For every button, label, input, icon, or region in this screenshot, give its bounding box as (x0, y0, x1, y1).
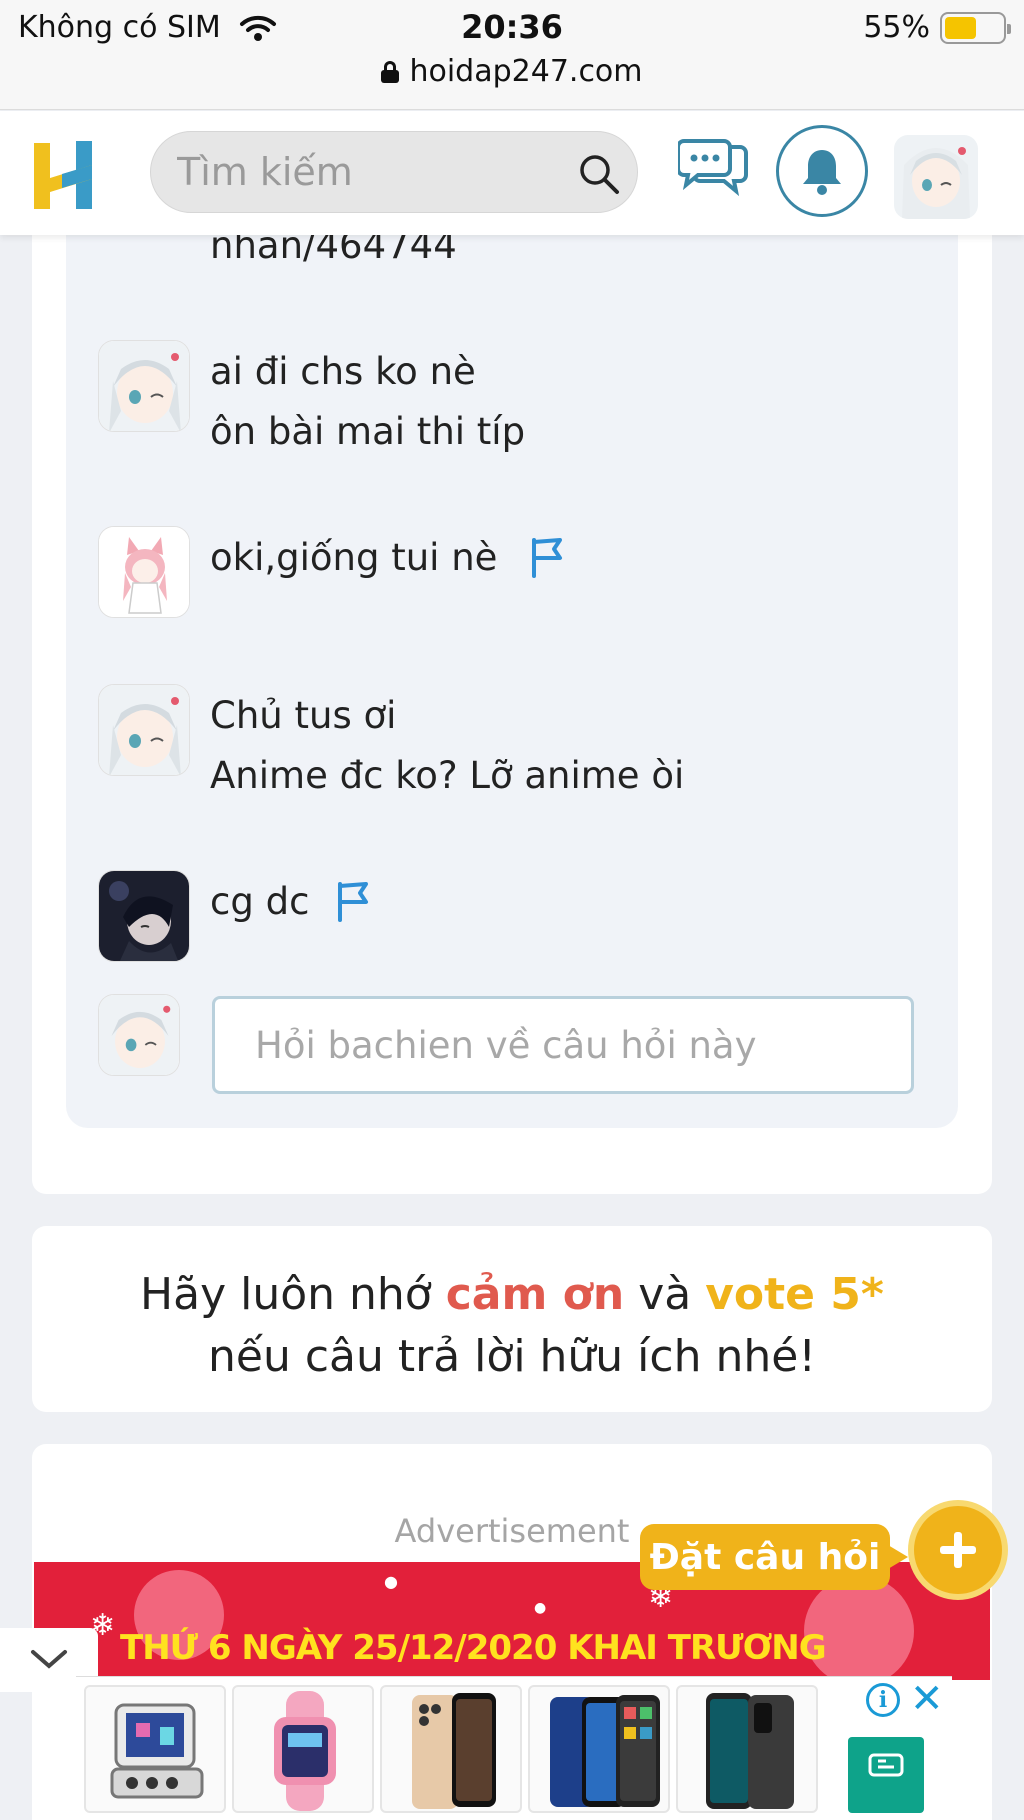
comment-reply-input[interactable] (212, 996, 914, 1094)
reminder-thanks: cảm ơn (445, 1269, 625, 1320)
address-bar[interactable]: hoidap247.com (0, 54, 1024, 89)
comment-text: Chủ tus ơi Anime đc ko? Lỡ anime òi (210, 686, 684, 806)
battery-icon (940, 11, 1011, 44)
notification-button[interactable] (776, 125, 868, 217)
comments-section (66, 190, 958, 1128)
comment-line: oki,giống tui nè (210, 536, 498, 579)
reminder-vote: vote 5* (705, 1269, 884, 1320)
ad-product-smartwatch[interactable] (232, 1685, 374, 1813)
search-input[interactable] (177, 132, 557, 212)
ad-info-icon[interactable]: i (866, 1683, 900, 1717)
comment-avatar[interactable] (98, 870, 190, 962)
snowflake-icon: ● (534, 1600, 547, 1616)
battery-status: 55% (863, 10, 1011, 45)
user-avatar[interactable] (894, 135, 978, 219)
ad-product-phone[interactable] (676, 1685, 818, 1813)
ad-product-phone[interactable] (528, 1685, 670, 1813)
comment-avatar[interactable] (98, 340, 190, 432)
reminder-middle: và (624, 1269, 706, 1320)
ad-banner-text: THỨ 6 NGÀY 25/12/2020 KHAI TRƯƠNG (120, 1628, 827, 1668)
search-bar (150, 131, 638, 213)
site-header (0, 111, 1024, 235)
comment-line: ai đi chs ko nè (210, 350, 476, 393)
reminder-line-1: Hãy luôn nhớ cảm ơn và vote 5* (32, 1264, 992, 1326)
comment-avatar[interactable] (98, 684, 190, 776)
comment-line: Chủ tus ơi (210, 694, 397, 737)
reminder-line-2: nếu câu trả lời hữu ích nhé! (208, 1331, 816, 1382)
ad-product-phone[interactable] (380, 1685, 522, 1813)
logo-icon[interactable] (32, 139, 94, 211)
bottom-ad-strip[interactable]: i ✕ (76, 1676, 952, 1820)
plus-icon (940, 1532, 976, 1568)
url-text: hoidap247.com (409, 54, 643, 89)
browser-status-bar: Không có SIM 20:36 55% hoidap247.com (0, 0, 1024, 110)
comment-avatar[interactable] (98, 526, 190, 618)
thanks-reminder-card: Hãy luôn nhớ cảm ơn và vote 5* nếu câu t… (32, 1226, 992, 1412)
battery-percent: 55% (863, 10, 930, 45)
comment-text: ai đi chs ko nè ôn bài mai thi típ (210, 342, 525, 462)
bell-icon (803, 150, 841, 195)
snowflake-icon: ● (384, 1572, 398, 1591)
battery-fill (945, 16, 976, 39)
chevron-down-icon (31, 1650, 67, 1669)
search-icon[interactable] (577, 152, 621, 196)
report-flag-icon[interactable] (334, 880, 372, 922)
ask-question-label[interactable]: Đặt câu hỏi (640, 1524, 908, 1590)
comment-line: Anime đc ko? Lỡ anime òi (210, 754, 685, 797)
chat-icon[interactable] (678, 139, 748, 199)
current-user-avatar (98, 994, 180, 1076)
reminder-prefix: Hãy luôn nhớ (140, 1269, 446, 1320)
comment-text: cg dc (210, 872, 309, 932)
comment-text: oki,giống tui nè (210, 528, 497, 588)
ad-brand-logo[interactable] (848, 1737, 924, 1813)
ad-close-icon[interactable]: ✕ (910, 1679, 944, 1719)
ad-product-speaker[interactable] (84, 1685, 226, 1813)
lock-icon (381, 60, 400, 83)
comment-line: ôn bài mai thi típ (210, 410, 526, 453)
ask-question-button[interactable] (908, 1500, 1008, 1600)
report-flag-icon[interactable] (528, 536, 566, 578)
comment-line: cg dc (210, 880, 310, 923)
